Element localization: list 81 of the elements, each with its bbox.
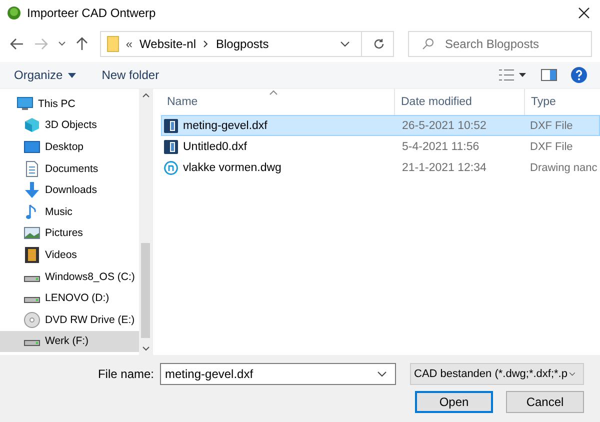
sidebar-item[interactable]: Music [0,200,139,223]
file-type-dropdown[interactable]: CAD bestanden (*.dwg;*.dxf;*.p [410,363,584,385]
file-row[interactable]: vlakke vormen.dwg 21-1-2021 12:34 Drawing nanc [161,157,600,178]
picture-icon [24,227,40,240]
scroll-down-icon[interactable] [142,346,150,351]
sidebar-item[interactable]: 3D Objects [0,114,139,136]
column-header[interactable]: Type [525,89,595,115]
document-icon [24,160,40,177]
disc-icon [24,312,40,328]
file-name: vlakke vormen.dwg [183,162,282,174]
cube-icon [24,117,40,134]
folder-icon [106,36,119,52]
preview-pane-icon[interactable] [541,69,557,81]
cancel-button[interactable]: Cancel [506,391,584,413]
search-icon [422,38,434,50]
file-name-field[interactable]: meting-gevel.dxf [160,363,396,385]
open-button[interactable]: Open [415,391,493,413]
chevron-down-icon[interactable] [58,41,66,47]
sidebar-label: 3D Objects [45,119,97,132]
file-icon [164,160,178,174]
file-icon [164,118,178,132]
sidebar-item[interactable]: Documents [0,158,139,180]
back-arrow-icon[interactable] [10,38,24,50]
scrollbar[interactable] [139,89,152,355]
file-name: Untitled0.dxf [183,140,247,152]
sidebar-item[interactable]: Downloads [0,179,139,201]
sidebar-item[interactable]: Desktop [0,136,139,158]
date-cell-text: 5-4-2021 11:56 [401,140,480,152]
file-row[interactable]: Untitled0.dxf 5-4-2021 11:56 DXF File [161,136,600,157]
sidebar-item[interactable]: Werk (F:) [0,330,139,352]
type-cell-text: Drawing nanc [529,162,596,174]
address-bar[interactable]: « Website-nl Blogposts [100,31,394,57]
up-arrow-icon[interactable] [76,37,88,51]
sidebar-item[interactable]: LENOVO (D:) [0,287,139,309]
sidebar-label: Pictures [45,227,83,240]
download-arrow-icon [24,182,40,198]
chevron-down-icon [569,371,576,377]
sidebar-label: LENOVO (D:) [45,292,110,304]
close-icon[interactable] [578,7,590,19]
date-cell-text: 26-5-2021 10:52 [401,120,488,132]
file-name-label: File name: [98,367,154,381]
app-icon [7,6,21,20]
chevron-down-icon[interactable] [377,371,387,377]
sidebar-label: This PC [38,98,76,110]
chevron-right-icon[interactable] [203,40,209,48]
computer-icon [17,96,33,111]
date-cell-text: 21-1-2021 12:34 [401,162,488,174]
sidebar-label: Windows8_OS (C:) [45,270,135,283]
sidebar-item[interactable]: Windows8_OS (C:) [0,266,139,288]
chevron-down-icon[interactable] [340,41,350,47]
sidebar-label: Downloads [45,184,97,196]
window-title: Importeer CAD Ontwerp [27,6,156,20]
sidebar-label: Werk (F:) [45,335,89,348]
view-options-icon[interactable] [499,69,527,81]
sidebar-item[interactable]: Videos [0,244,139,266]
sidebar-label: Desktop [45,140,84,153]
breadcrumb[interactable]: Website-nl [140,37,196,51]
file-row[interactable]: meting-gevel.dxf 26-5-2021 10:52 DXF File [161,115,600,136]
sort-ascending-icon [269,90,278,95]
file-name: meting-gevel.dxf [183,120,268,132]
organize-button[interactable]: Organize [14,68,76,82]
new-folder-button[interactable]: New folder [102,68,160,82]
scroll-up-icon[interactable] [142,93,150,98]
sidebar-label: Videos [45,248,77,261]
sidebar-item[interactable]: This PC [0,93,139,115]
desktop-icon [24,140,40,153]
sidebar-label: Documents [45,162,98,175]
file-icon [164,140,178,154]
sidebar-label: Music [45,206,72,218]
breadcrumb[interactable]: Blogposts [216,37,269,51]
help-icon[interactable] [571,67,587,83]
type-cell-text: DXF File [529,120,574,132]
overflow-marker[interactable]: « [126,37,133,51]
sidebar-item[interactable]: Pictures [0,222,139,244]
search-field[interactable]: Search Blogposts [408,31,592,57]
sidebar-label: DVD RW Drive (E:) [45,314,135,326]
sidebar-item[interactable]: DVD RW Drive (E:) [0,308,139,331]
type-cell-text: DXF File [529,140,574,152]
caret-icon [68,72,76,78]
film-icon [24,246,40,263]
refresh-icon[interactable] [372,38,385,50]
